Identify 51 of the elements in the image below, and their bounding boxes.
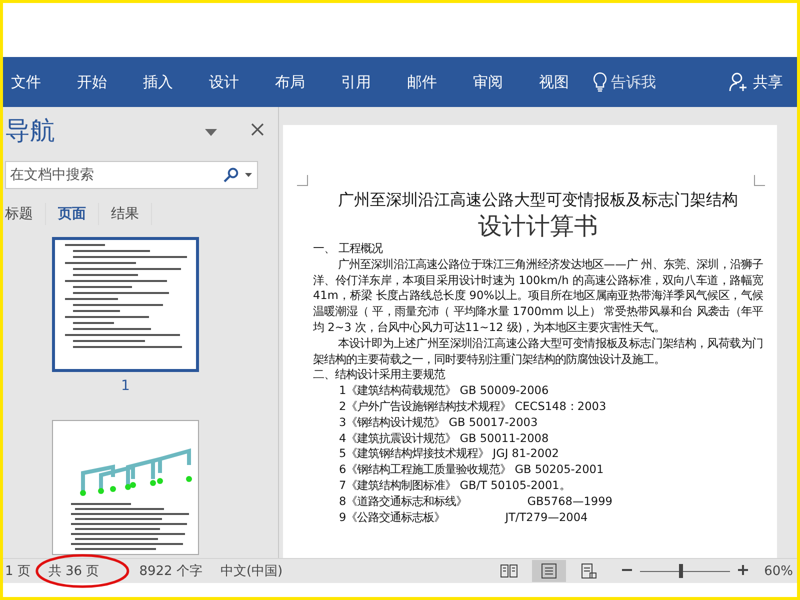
person-add-icon <box>729 72 749 92</box>
pane-title: 导航 <box>5 114 55 146</box>
page-count: 共 36 页 <box>48 564 100 579</box>
ribbon-tab[interactable]: 视图 <box>525 72 583 92</box>
nav-tab[interactable]: 页面 <box>46 203 99 225</box>
web-page-icon <box>580 562 598 580</box>
ribbon-tab[interactable]: 文件 <box>7 72 55 92</box>
language-indicator: 中文(中国) <box>220 563 283 580</box>
reference-code: JT/T279—2004 <box>505 510 588 524</box>
page-number: 1 <box>121 378 130 394</box>
share-button[interactable]: 共享 <box>729 72 797 92</box>
reference-item: 5《建筑钢结构焊接技术规程》 JGJ 81-2002 <box>338 446 560 462</box>
slider-thumb[interactable] <box>678 564 683 578</box>
ribbon-tab[interactable]: 审阅 <box>459 72 517 92</box>
ribbon-tab[interactable]: 插入 <box>129 72 187 92</box>
plus-icon <box>738 564 748 574</box>
search-icon <box>223 167 239 183</box>
ribbon-tab[interactable]: 邮件 <box>393 72 451 92</box>
print-layout-button[interactable] <box>532 560 566 582</box>
paragraph: 本设计即为上述广州至深圳沿江高速公路大型可变情报板及标志门架结构，风荷载为门架结构的主要荷载之一，同时要特别注重门架结构的防腐蚀设计及施工。 <box>313 336 763 368</box>
caret-icon <box>205 128 217 136</box>
nav-tab[interactable]: 结果 <box>99 203 152 225</box>
reference-title: 8《道路交通标志和标线》 <box>339 494 468 508</box>
ribbon-tab[interactable]: 布局 <box>261 72 319 92</box>
reference-item: 7《建筑结构制图标准》 GB/T 50105-2001。 <box>338 478 572 494</box>
page-indicator: 1 页 <box>5 563 30 580</box>
tell-me-button[interactable]: 告诉我 <box>593 72 656 92</box>
lightbulb-icon <box>593 72 607 92</box>
document-title: 广州至深圳沿江高速公路大型可变情报板及标志门架结构 <box>337 189 739 211</box>
reference-item: 4《建筑抗震设计规范》 GB 50011-2008 <box>338 430 550 446</box>
ribbon-tab[interactable]: 设计 <box>195 72 253 92</box>
zoom-level: 60% <box>764 564 793 578</box>
paragraph: 广州至深圳沿江高速公路位于珠江三角洲经济发达地区——广 州、东莞、深圳，沿狮子洋、伶仃洋东岸，本项目采用设计时速为 100km/h 的高速公路标准，双向八车道，路幅宽 41m，桥梁 长度占路线总长度 90%以上。项目所在地区属南亚热带海洋季风气候区，气候温暖潮湿（ 平，雨量充沛（ 平均降水量 1700mm 以上） 常受热带风暴和台 风袭击（年平均 2~3 次，台风中心风力可达11~12 级)，为本地区主要灾害性天气。 <box>313 256 763 336</box>
reference-item: 6《钢结构工程施工质量验收规范》 GB 50205-2001 <box>338 462 605 478</box>
word-count: 8922 个字 <box>139 563 202 580</box>
reference-code: GB5768—1999 <box>527 494 612 508</box>
section-heading: 一、 工程概况 <box>313 241 384 257</box>
reference-item: 1《建筑结构荷载规范》 GB 50009-2006 <box>338 383 550 399</box>
search-field[interactable]: 在文档中搜索 <box>5 161 258 189</box>
nav-tab[interactable]: 标题 <box>3 203 46 225</box>
caret-icon <box>245 173 252 177</box>
close-icon <box>251 122 264 136</box>
book-icon <box>500 562 518 580</box>
reference-title: 9《公路交通标志板》 <box>339 510 446 524</box>
ribbon-tab[interactable]: 引用 <box>327 72 385 92</box>
reference-item: 2《户外广告设施钢结构技术规程》 CECS148：2003 <box>338 398 608 415</box>
section-heading: 二、结构设计采用主要规范 <box>313 367 446 384</box>
page-icon <box>540 562 558 580</box>
ribbon-tab[interactable]: 开始 <box>63 72 121 92</box>
document-subtitle: 设计计算书 <box>477 211 599 241</box>
reference-item: 3《钢结构设计规范》 GB 50017-2003 <box>338 414 539 431</box>
